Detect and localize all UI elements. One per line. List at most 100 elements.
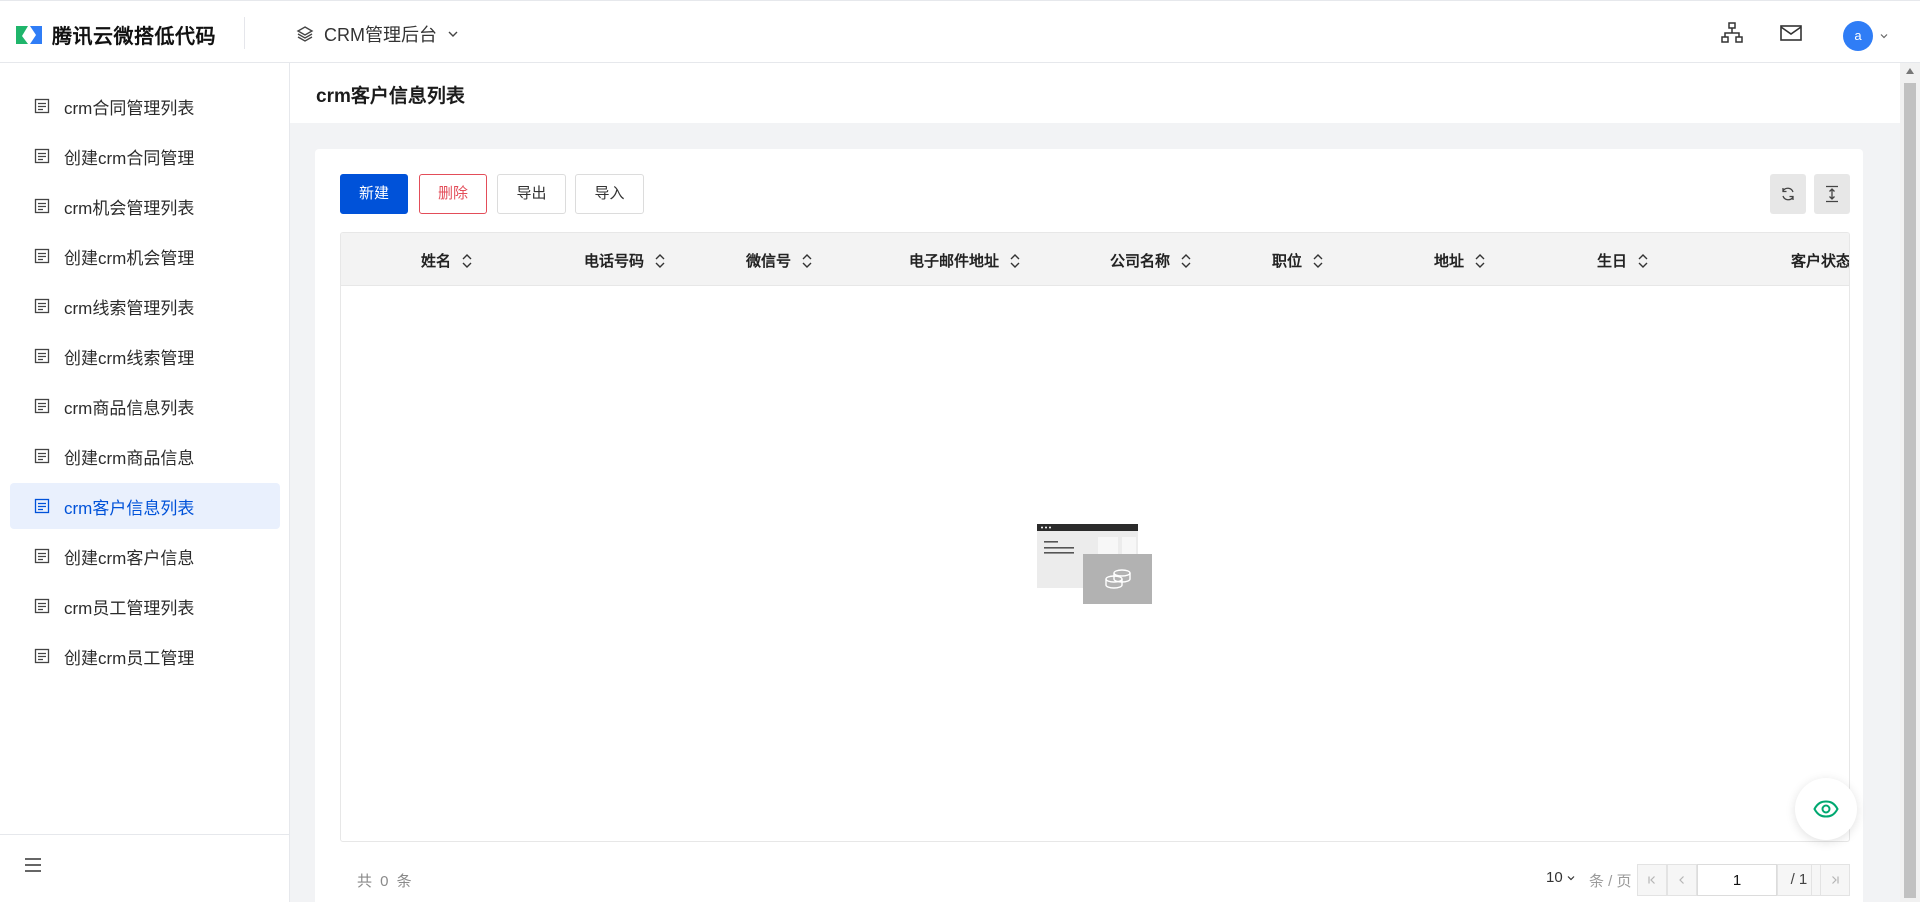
app-name: CRM管理后台 (324, 25, 437, 45)
table-header: 姓名 电话号码 微信号 电子邮件地址 公司名称 职位 地址 生日 客户状态 (341, 233, 1850, 286)
sort-icon[interactable] (654, 252, 666, 270)
sidebar-item-label: crm机会管理列表 (64, 198, 195, 218)
row-height-icon (1826, 185, 1838, 203)
sidebar-item[interactable]: crm客户信息列表 (10, 483, 280, 529)
header-divider (244, 17, 245, 49)
page-list-icon (34, 98, 50, 114)
layers-icon (296, 26, 314, 42)
main-content: crm客户信息列表 新建 删除 导出 导入 姓名 电话号码 微信号 电子邮件地址 公司名… (290, 63, 1900, 902)
sidebar-item-label: crm客户信息列表 (64, 498, 195, 518)
sidebar-item[interactable]: 创建crm合同管理 (10, 133, 280, 179)
sort-icon[interactable] (1180, 252, 1192, 270)
page-list-icon (34, 548, 50, 564)
sidebar-item-label: 创建crm商品信息 (64, 448, 195, 468)
sort-icon[interactable] (1474, 252, 1486, 270)
sort-icon[interactable] (801, 252, 813, 270)
sort-icon[interactable] (1637, 252, 1649, 270)
page-list-icon (34, 448, 50, 464)
refresh-button[interactable] (1770, 174, 1806, 214)
sidebar-item[interactable]: crm员工管理列表 (10, 583, 280, 629)
org-structure-icon[interactable] (1720, 21, 1744, 45)
row-height-button[interactable] (1814, 174, 1850, 214)
page-header: crm客户信息列表 (290, 63, 1900, 123)
prev-page-button[interactable] (1667, 864, 1697, 896)
sidebar-item-label: crm商品信息列表 (64, 398, 195, 418)
sidebar-item[interactable]: crm线索管理列表 (10, 283, 280, 329)
page-list-icon (34, 298, 50, 314)
sidebar-item-label: 创建crm线索管理 (64, 348, 195, 368)
sidebar-item[interactable]: 创建crm机会管理 (10, 233, 280, 279)
sidebar-item[interactable]: crm合同管理列表 (10, 83, 280, 129)
sidebar-item-label: crm线索管理列表 (64, 298, 195, 318)
page-size-value: 10 (1546, 869, 1563, 886)
scrollbar-thumb[interactable] (1904, 83, 1916, 898)
sidebar-item[interactable]: 创建crm客户信息 (10, 533, 280, 579)
first-page-button[interactable] (1637, 864, 1667, 896)
eye-icon (1813, 800, 1839, 818)
column-header-label: 姓名 (421, 253, 452, 270)
column-header[interactable]: 姓名 (421, 250, 473, 271)
page-number-input[interactable] (1697, 864, 1777, 896)
page-list-icon (34, 198, 50, 214)
column-header[interactable]: 电话号码 (584, 250, 666, 271)
sidebar-item[interactable]: 创建crm员工管理 (10, 633, 280, 679)
column-header[interactable]: 地址 (1434, 250, 1486, 271)
column-header-label: 公司名称 (1110, 253, 1171, 270)
sidebar-item[interactable]: crm商品信息列表 (10, 383, 280, 429)
last-page-icon (1832, 876, 1839, 884)
top-bar: 腾讯云微搭低代码 CRM管理后台 a (0, 0, 1920, 63)
sort-icon[interactable] (1009, 252, 1021, 270)
column-header[interactable]: 客户状态 (1791, 250, 1850, 271)
column-header[interactable]: 微信号 (746, 250, 813, 271)
sidebar-item[interactable]: crm机会管理列表 (10, 183, 280, 229)
sort-icon[interactable] (461, 252, 473, 270)
column-header[interactable]: 职位 (1272, 250, 1324, 271)
chevron-down-icon (1880, 34, 1888, 39)
column-header-label: 职位 (1272, 253, 1303, 270)
sort-icon[interactable] (1312, 252, 1324, 270)
sidebar-item[interactable]: 创建crm线索管理 (10, 333, 280, 379)
import-button[interactable]: 导入 (575, 174, 644, 214)
mail-icon[interactable] (1779, 21, 1803, 45)
sidebar-item-label: crm员工管理列表 (64, 598, 195, 618)
page-list-icon (34, 598, 50, 614)
preview-button[interactable] (1795, 778, 1857, 840)
new-button[interactable]: 新建 (340, 174, 408, 214)
page-scrollbar[interactable] (1900, 63, 1920, 902)
column-header[interactable]: 公司名称 (1110, 250, 1192, 271)
weda-logo-icon (16, 25, 42, 44)
sidebar-item[interactable]: 创建crm商品信息 (10, 433, 280, 479)
sidebar-item-label: 创建crm合同管理 (64, 148, 195, 168)
column-header[interactable]: 电子邮件地址 (909, 250, 1021, 271)
page-list-icon (34, 248, 50, 264)
column-header-label: 客户状态 (1791, 253, 1850, 270)
brand-logo[interactable]: 腾讯云微搭低代码 (14, 20, 216, 49)
page-size-select[interactable]: 10 (1546, 869, 1576, 886)
page-size-unit: 条 / 页 (1589, 873, 1632, 890)
column-header-label: 生日 (1597, 253, 1628, 270)
page-list-icon (34, 348, 50, 364)
menu-collapse-icon[interactable] (24, 857, 42, 873)
user-menu[interactable]: a (1843, 21, 1889, 51)
pagination: 共 0 条 10 条 / 页 / 1 页 (340, 861, 1850, 897)
page-list-icon (34, 498, 50, 514)
chevron-down-icon (1567, 875, 1575, 880)
page-list-icon (34, 148, 50, 164)
sidebar-item-label: 创建crm机会管理 (64, 248, 195, 268)
app-switcher[interactable]: CRM管理后台 (296, 21, 459, 47)
sidebar-item-label: 创建crm员工管理 (64, 648, 195, 668)
brand-name: 腾讯云微搭低代码 (52, 26, 216, 48)
chevron-left-icon (1679, 876, 1684, 884)
scroll-up-arrow-icon[interactable] (1906, 68, 1914, 74)
total-count: 共 0 条 (357, 873, 414, 890)
page-list-icon (34, 398, 50, 414)
delete-button[interactable]: 删除 (419, 174, 487, 214)
column-header[interactable]: 生日 (1597, 250, 1649, 271)
column-header-label: 电话号码 (584, 253, 645, 270)
column-header-label: 地址 (1434, 253, 1465, 270)
empty-data-icon (1037, 524, 1152, 604)
data-table: 姓名 电话号码 微信号 电子邮件地址 公司名称 职位 地址 生日 客户状态 (340, 232, 1850, 842)
last-page-button[interactable] (1820, 864, 1850, 896)
export-button[interactable]: 导出 (497, 174, 566, 214)
first-page-icon (1648, 876, 1655, 884)
